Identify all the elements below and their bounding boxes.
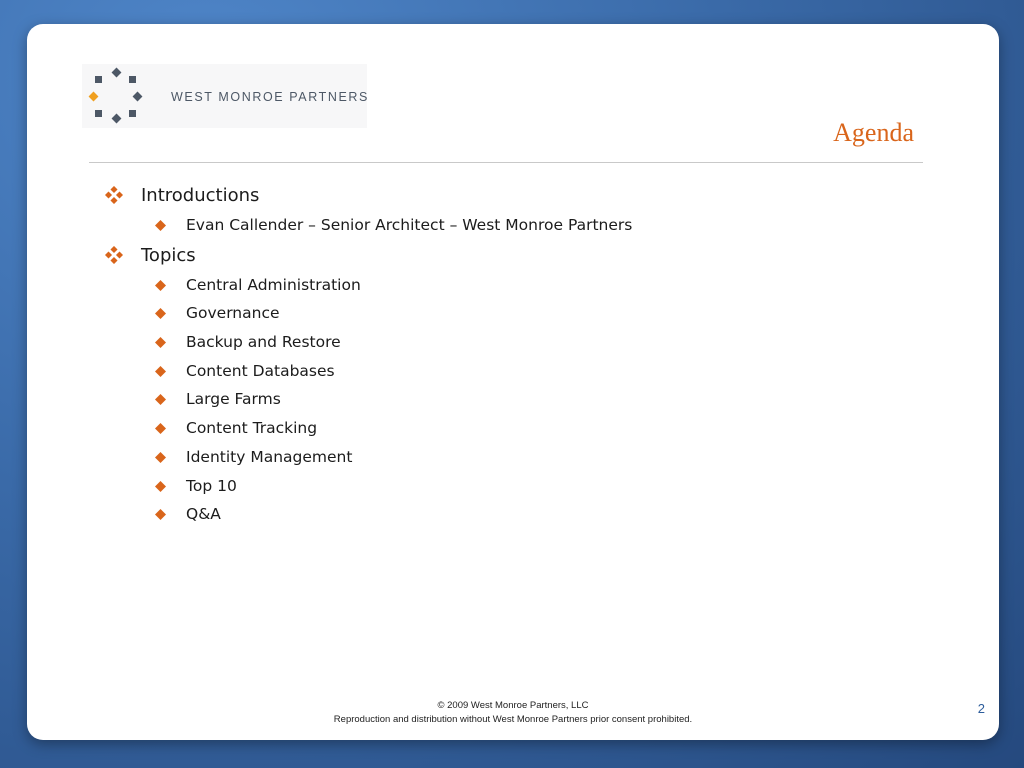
agenda-item: Content Tracking [105, 414, 925, 443]
page-number: 2 [977, 701, 985, 716]
diamond-bullet-icon [155, 337, 166, 349]
copyright-text: © 2009 West Monroe Partners, LLC [437, 700, 589, 711]
agenda-section-topics: Topics [105, 240, 925, 271]
agenda-item: Content Databases [105, 357, 925, 386]
agenda-item: Top 10 [105, 472, 925, 501]
company-name: WEST MONROE PARTNERS [171, 90, 369, 104]
agenda-item: Identity Management [105, 443, 925, 472]
diamond-bullet-icon [155, 423, 166, 435]
four-diamond-bullet-icon [105, 245, 123, 264]
slide-footer: © 2009 West Monroe Partners, LLC Reprodu… [27, 699, 999, 727]
agenda-item-label: Backup and Restore [186, 333, 341, 352]
slide-card: WEST MONROE PARTNERS Agenda Introduction… [27, 24, 999, 740]
agenda-item-label: Q&A [186, 505, 221, 524]
agenda-item: Backup and Restore [105, 328, 925, 357]
consent-notice: Reproduction and distribution without We… [333, 714, 693, 725]
agenda-item: Evan Callender – Senior Architect – West… [105, 211, 925, 240]
diamond-bullet-icon [155, 220, 166, 231]
diamond-bullet-icon [155, 509, 166, 521]
agenda-item: Large Farms [105, 385, 925, 414]
title-divider [89, 162, 923, 163]
diamond-bullet-icon [155, 308, 166, 320]
diamond-bullet-icon [155, 279, 166, 291]
diamond-bullet-icon [155, 365, 166, 377]
agenda-item-label: Top 10 [186, 476, 237, 495]
agenda-item-label: Governance [186, 304, 280, 323]
agenda-item: Governance [105, 299, 925, 328]
agenda-item-label: Large Farms [186, 390, 281, 409]
diamond-bullet-icon [155, 451, 166, 463]
agenda-item-label: Identity Management [186, 447, 353, 466]
agenda-section-introductions: Introductions [105, 180, 925, 211]
agenda-list: Introductions Evan Callender – Senior Ar… [105, 180, 925, 529]
diamond-bullet-icon [155, 394, 166, 406]
four-diamond-bullet-icon [105, 186, 123, 204]
diamond-bullet-icon [155, 480, 166, 492]
agenda-section-label: Introductions [141, 185, 260, 206]
slide-title: Agenda [833, 118, 914, 147]
agenda-section-label: Topics [141, 244, 196, 266]
agenda-item: Central Administration [105, 271, 925, 300]
agenda-item-label: Central Administration [186, 275, 361, 294]
agenda-item: Q&A [105, 500, 925, 529]
diamond-ring-logo-icon [88, 67, 143, 124]
agenda-item-label: Content Databases [186, 361, 335, 380]
agenda-item-label: Evan Callender – Senior Architect – West… [186, 216, 633, 234]
company-logo: WEST MONROE PARTNERS [82, 64, 367, 128]
agenda-item-label: Content Tracking [186, 419, 318, 438]
